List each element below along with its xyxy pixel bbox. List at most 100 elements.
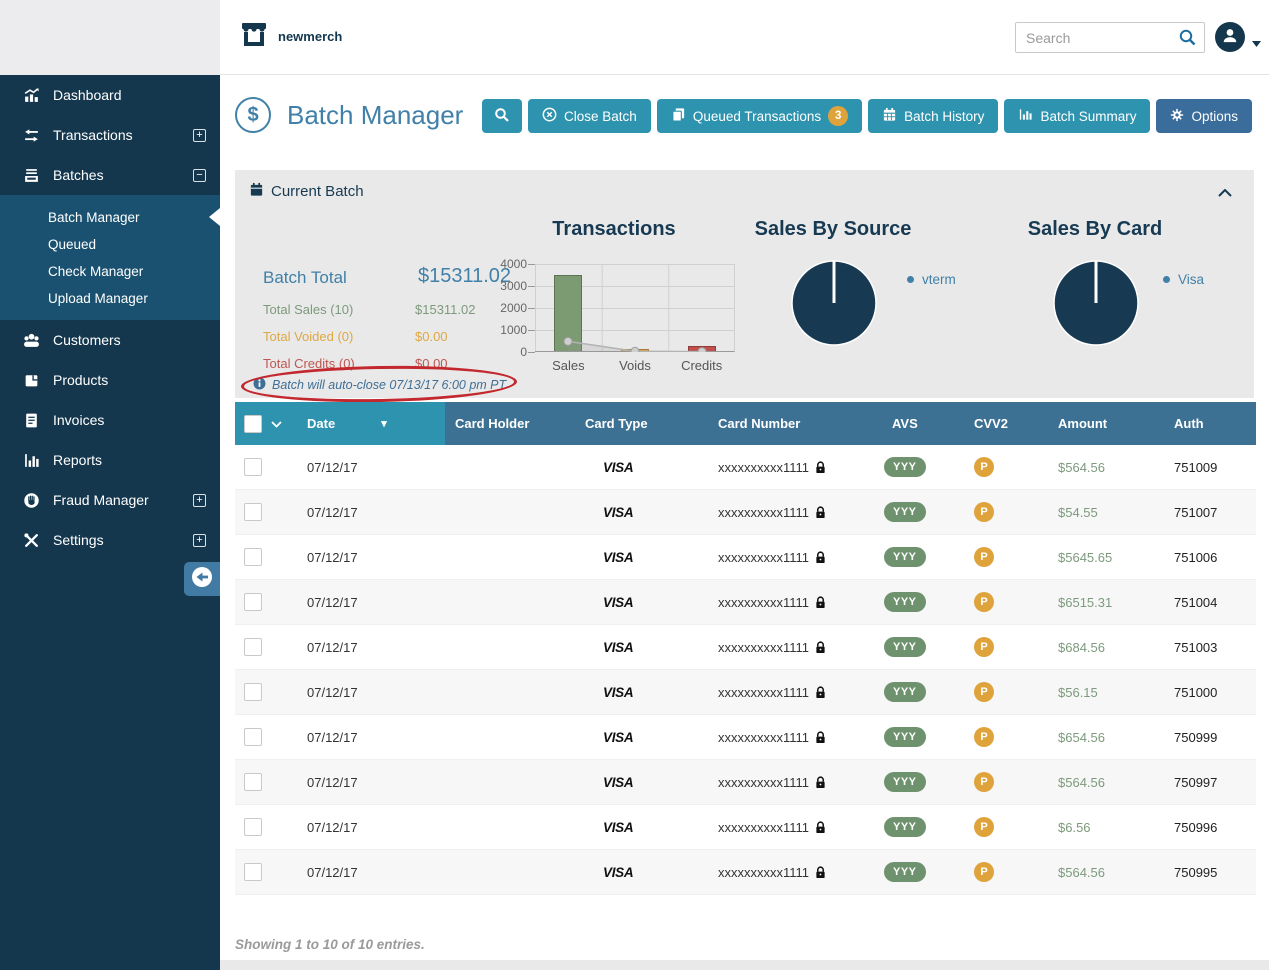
lock-icon[interactable] <box>815 686 826 699</box>
lock-icon[interactable] <box>815 596 826 609</box>
sidebar-item-products[interactable]: Products <box>0 360 220 400</box>
legend-visa[interactable]: Visa <box>1163 272 1204 287</box>
batches-submenu: Batch Manager Queued Check Manager Uploa… <box>0 195 220 320</box>
search-input[interactable] <box>1015 22 1205 53</box>
chevron-down-icon[interactable] <box>271 416 282 431</box>
row-checkbox[interactable] <box>244 503 262 521</box>
column-header-amount[interactable]: Amount <box>1040 416 1150 431</box>
lock-icon[interactable] <box>815 551 826 564</box>
close-batch-button[interactable]: Close Batch <box>528 99 651 133</box>
table-row: 07/12/17VISAxxxxxxxxxx1111YYYP$5645.6575… <box>235 535 1256 580</box>
user-avatar[interactable] <box>1215 22 1245 52</box>
row-checkbox[interactable] <box>244 773 262 791</box>
top-left-corner <box>0 0 220 75</box>
transactions-chart-title: Transactions <box>514 218 714 241</box>
search-icon[interactable] <box>1178 28 1197 52</box>
chevron-down-icon[interactable] <box>1252 34 1261 52</box>
sidebar-item-check-manager[interactable]: Check Manager <box>0 258 220 285</box>
cell-card-type: VISA <box>575 460 700 475</box>
row-checkbox[interactable] <box>244 863 262 881</box>
sidebar-item-batch-manager[interactable]: Batch Manager <box>0 204 220 231</box>
sidebar-item-customers[interactable]: Customers <box>0 320 220 360</box>
column-header-card-holder[interactable]: Card Holder <box>445 416 575 431</box>
table-row: 07/12/17VISAxxxxxxxxxx1111YYYP$564.56751… <box>235 445 1256 490</box>
transactions-plot <box>535 264 735 352</box>
select-all-checkbox[interactable] <box>244 415 262 433</box>
lock-icon[interactable] <box>815 461 826 474</box>
column-header-cvv2[interactable]: CVV2 <box>960 416 1040 431</box>
x-label: Sales <box>535 358 602 373</box>
expand-icon[interactable]: + <box>193 494 206 507</box>
sidebar-item-settings[interactable]: Settings + <box>0 520 220 560</box>
expand-icon[interactable]: + <box>193 534 206 547</box>
main-content: $ Batch Manager Close Batch Queued Trans… <box>220 75 1269 970</box>
row-checkbox[interactable] <box>244 638 262 656</box>
top-bar: newmerch <box>220 0 1269 75</box>
queued-transactions-button[interactable]: Queued Transactions 3 <box>657 99 862 133</box>
row-checkbox[interactable] <box>244 818 262 836</box>
sidebar-item-label: Transactions <box>53 127 133 143</box>
cell-amount: $6515.31 <box>1040 595 1150 610</box>
sidebar-item-label: Fraud Manager <box>53 492 149 508</box>
chevron-up-icon[interactable] <box>1218 184 1232 202</box>
fraud-hand-icon <box>22 492 40 509</box>
y-tick-label: 3000 <box>483 279 527 293</box>
avs-badge: YYY <box>884 682 926 702</box>
row-checkbox[interactable] <box>244 548 262 566</box>
row-checkbox[interactable] <box>244 458 262 476</box>
row-checkbox[interactable] <box>244 593 262 611</box>
sidebar-item-upload-manager[interactable]: Upload Manager <box>0 285 220 312</box>
collapse-icon[interactable]: − <box>193 169 206 182</box>
row-checkbox[interactable] <box>244 728 262 746</box>
batch-summary-button[interactable]: Batch Summary <box>1004 99 1150 133</box>
search-button[interactable] <box>482 99 522 133</box>
sidebar-item-transactions[interactable]: Transactions + <box>0 115 220 155</box>
expand-icon[interactable]: + <box>193 129 206 142</box>
sidebar-item-label: Products <box>53 372 108 388</box>
avs-badge: YYY <box>884 727 926 747</box>
options-button[interactable]: Options <box>1156 99 1252 133</box>
visa-logo: VISA <box>603 505 633 520</box>
cell-amount: $564.56 <box>1040 460 1150 475</box>
sales-by-source-pie <box>790 258 878 351</box>
cell-auth: 751007 <box>1150 505 1256 520</box>
batch-history-button[interactable]: Batch History <box>868 99 998 133</box>
sidebar-item-fraud-manager[interactable]: Fraud Manager + <box>0 480 220 520</box>
current-batch-panel: Current Batch Batch Total $15311.02 Tota… <box>235 170 1254 398</box>
dashboard-icon <box>22 87 40 104</box>
sidebar-collapse-button[interactable] <box>184 562 220 596</box>
lock-icon[interactable] <box>815 731 826 744</box>
x-label: Voids <box>602 358 669 373</box>
sidebar-item-batches[interactable]: Batches − <box>0 155 220 195</box>
column-header-card-number[interactable]: Card Number <box>700 416 880 431</box>
sub-item-label: Batch Manager <box>48 210 140 225</box>
lock-icon[interactable] <box>815 866 826 879</box>
info-icon <box>253 377 266 393</box>
lock-icon[interactable] <box>815 821 826 834</box>
column-header-card-type[interactable]: Card Type <box>575 416 700 431</box>
column-header-auth[interactable]: Auth <box>1150 416 1256 431</box>
avs-badge: YYY <box>884 862 926 882</box>
row-checkbox[interactable] <box>244 683 262 701</box>
column-header-date[interactable]: Date ▾ <box>295 402 445 445</box>
sidebar-item-dashboard[interactable]: Dashboard <box>0 75 220 115</box>
cell-card-type: VISA <box>575 820 700 835</box>
lock-icon[interactable] <box>815 776 826 789</box>
sidebar-item-invoices[interactable]: Invoices <box>0 400 220 440</box>
button-label: Queued Transactions <box>693 109 821 124</box>
cell-cvv2: P <box>960 637 1040 657</box>
legend-label: Visa <box>1178 272 1204 287</box>
sidebar-item-reports[interactable]: Reports <box>0 440 220 480</box>
cell-date: 07/12/17 <box>295 730 445 745</box>
column-header-avs[interactable]: AVS <box>880 416 960 431</box>
cell-date: 07/12/17 <box>295 595 445 610</box>
brand-logo[interactable]: newmerch <box>238 20 342 53</box>
visa-logo: VISA <box>603 820 633 835</box>
lock-icon[interactable] <box>815 506 826 519</box>
cell-card-number: xxxxxxxxxx1111 <box>700 460 880 475</box>
lock-icon[interactable] <box>815 641 826 654</box>
legend-vterm[interactable]: vterm <box>907 272 956 287</box>
trend-point <box>698 348 706 352</box>
sidebar-item-queued[interactable]: Queued <box>0 231 220 258</box>
cell-cvv2: P <box>960 817 1040 837</box>
